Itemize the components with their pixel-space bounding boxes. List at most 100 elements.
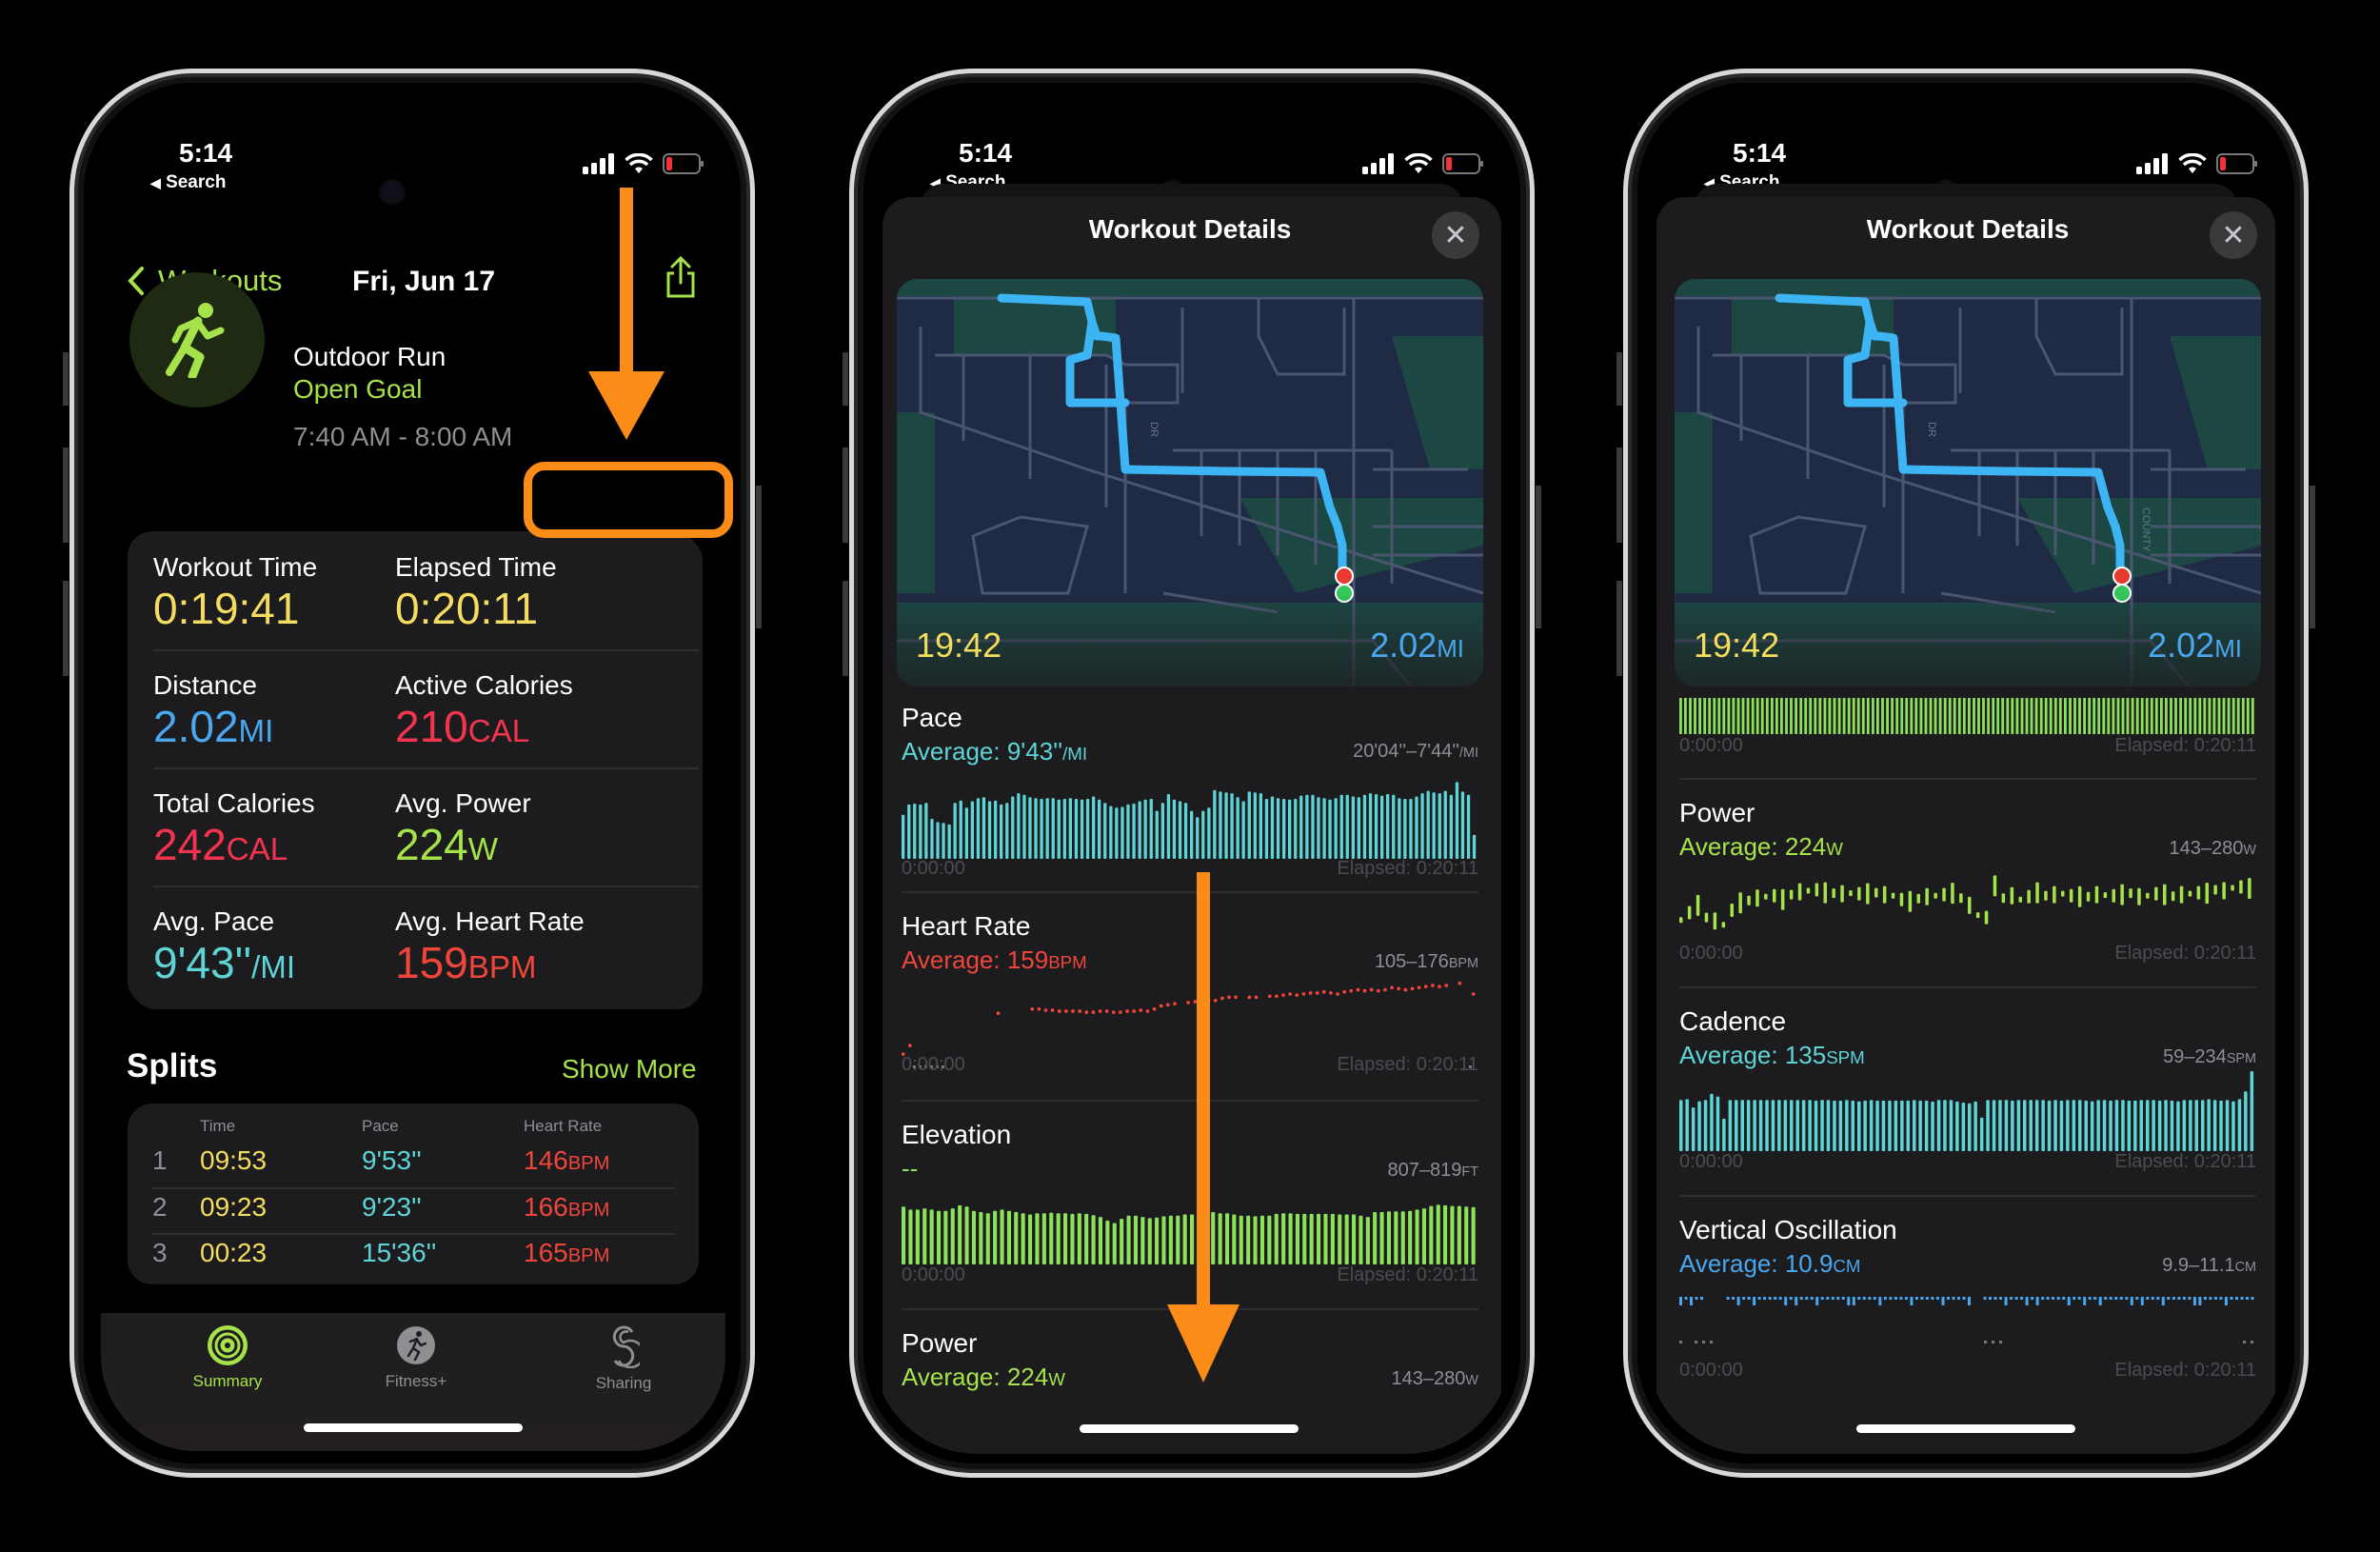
chart-candle bbox=[1789, 889, 1794, 900]
divider bbox=[153, 649, 699, 651]
chart-candle bbox=[1959, 893, 1963, 904]
chart-bar bbox=[2049, 698, 2053, 734]
chart-bar bbox=[1838, 1100, 1843, 1151]
chart-bar bbox=[2139, 1100, 2143, 1151]
chart-bar bbox=[2189, 698, 2192, 734]
chart-bar bbox=[1938, 698, 1942, 734]
split-row[interactable]: 3 00:23 15'36'' 165BPM bbox=[128, 1234, 699, 1279]
cellular-signal-icon bbox=[1362, 153, 1394, 174]
tab-sharing[interactable]: Sharing bbox=[571, 1324, 676, 1393]
chart-bar bbox=[1161, 1216, 1166, 1264]
chart-bar bbox=[1172, 799, 1177, 859]
chart-bar bbox=[1869, 1100, 1874, 1151]
back-to-search[interactable]: ◀ Search bbox=[150, 172, 226, 193]
chart-bar bbox=[1713, 698, 1716, 734]
chevron-left-icon bbox=[128, 267, 144, 295]
chart-point bbox=[1112, 1010, 1116, 1014]
chart-bar bbox=[2251, 698, 2254, 734]
chart-point bbox=[1878, 1297, 1882, 1305]
share-button[interactable] bbox=[664, 255, 697, 303]
chart-bar bbox=[1021, 1213, 1025, 1264]
splits-show-more[interactable]: Show More bbox=[562, 1054, 697, 1084]
chart-point bbox=[1058, 1009, 1061, 1013]
chart-bar bbox=[1895, 698, 1899, 734]
pace-chart[interactable] bbox=[902, 779, 1478, 859]
wifi-icon bbox=[1404, 153, 1433, 173]
chart-bar bbox=[1236, 797, 1240, 859]
chart-bar bbox=[1992, 698, 1995, 734]
tab-summary[interactable]: Summary bbox=[175, 1324, 280, 1391]
home-indicator[interactable] bbox=[1856, 1424, 2075, 1433]
chart-bar bbox=[1881, 698, 1884, 734]
chart-candle bbox=[2188, 890, 2192, 897]
chart-bar bbox=[2126, 698, 2130, 734]
chart-bar bbox=[1207, 807, 1211, 859]
chart-bar bbox=[1041, 1213, 1046, 1264]
split-pace: 9'53'' bbox=[362, 1145, 422, 1175]
chart-candle bbox=[2146, 892, 2150, 899]
chart-bar bbox=[2222, 698, 2226, 734]
chart-bar bbox=[2112, 698, 2115, 734]
stat-label: Total Calories bbox=[153, 788, 315, 818]
metric-range: 143–280W bbox=[2169, 838, 2256, 859]
close-button[interactable]: ✕ bbox=[2210, 211, 2257, 259]
chart-bar bbox=[907, 804, 911, 859]
metric-range: 9.9–11.1CM bbox=[2162, 1255, 2256, 1276]
chart-bar bbox=[1224, 792, 1228, 859]
chart-point bbox=[1458, 982, 1462, 985]
chart-bar bbox=[1051, 798, 1055, 859]
close-button[interactable]: ✕ bbox=[1432, 211, 1479, 259]
chart-candle bbox=[1916, 893, 1920, 904]
chart-bar bbox=[1809, 698, 1813, 734]
tab-fitness-plus[interactable]: Fitness+ bbox=[364, 1324, 468, 1391]
chart-bar bbox=[1847, 698, 1851, 734]
chart-bar bbox=[1028, 797, 1032, 859]
chart-point bbox=[1410, 986, 1415, 991]
split-heart-rate: 166BPM bbox=[524, 1192, 610, 1222]
metric-title: Heart Rate bbox=[902, 911, 1031, 941]
home-indicator[interactable] bbox=[304, 1423, 523, 1432]
route-map[interactable]: DR 19:42 2.02MI bbox=[897, 279, 1483, 686]
power-chart[interactable] bbox=[1679, 866, 2256, 943]
chart-bar bbox=[1352, 1214, 1357, 1264]
chart-bar bbox=[1160, 803, 1164, 859]
chart-point bbox=[1947, 1297, 1950, 1300]
chart-bar bbox=[1392, 794, 1396, 859]
stat-label: Active Calories bbox=[395, 670, 573, 700]
chart-bar bbox=[2127, 1100, 2132, 1151]
chart-bar bbox=[2016, 1100, 2021, 1151]
axis-end-label: Elapsed: 0:20:11 bbox=[2114, 735, 2256, 756]
chart-bar bbox=[1804, 698, 1808, 734]
chart-candle bbox=[1815, 883, 1819, 897]
chart-point bbox=[1275, 994, 1279, 998]
vertical-oscillation-chart[interactable] bbox=[1679, 1291, 2256, 1360]
chart-candle bbox=[1687, 905, 1692, 920]
axis-end-label: Elapsed: 0:20:11 bbox=[1337, 858, 1478, 879]
elevation-chart[interactable] bbox=[902, 1204, 1478, 1264]
chart-point bbox=[2140, 1297, 2144, 1305]
chart-bar bbox=[1689, 698, 1692, 734]
chart-bar bbox=[2212, 1100, 2217, 1151]
chart-point bbox=[1336, 992, 1339, 996]
chart-point bbox=[1438, 985, 1441, 988]
chart-candle bbox=[1764, 893, 1768, 900]
chart-point bbox=[1795, 1297, 1798, 1305]
chart-bar bbox=[1000, 1209, 1004, 1264]
chart-bar bbox=[1409, 799, 1413, 859]
chart-point bbox=[1030, 1007, 1034, 1011]
stat-label: Avg. Pace bbox=[153, 906, 275, 936]
cadence-chart[interactable] bbox=[1679, 1071, 2256, 1151]
split-row[interactable]: 2 09:23 9'23'' 166BPM bbox=[128, 1188, 699, 1233]
elevation-chart-partial[interactable] bbox=[1679, 698, 2256, 734]
home-indicator[interactable] bbox=[1080, 1424, 1299, 1433]
chart-candle bbox=[2231, 885, 2234, 891]
chart-point bbox=[1254, 995, 1259, 1000]
metric-cadence: Cadence Average: 135SPM 59–234SPM 0:00:0… bbox=[1679, 1006, 2256, 1178]
chart-bar bbox=[919, 804, 922, 859]
route-map[interactable]: DR COUNTY 19:42 2.02MI bbox=[1675, 279, 2261, 686]
chart-point bbox=[2073, 1297, 2076, 1300]
metric-heart-rate: Heart Rate Average: 159BPM 105–176BPM 0:… bbox=[902, 911, 1478, 1083]
split-row[interactable]: 1 09:53 9'53'' 146BPM bbox=[128, 1142, 699, 1186]
chart-bar bbox=[2179, 698, 2182, 734]
chart-bar bbox=[1415, 796, 1418, 859]
